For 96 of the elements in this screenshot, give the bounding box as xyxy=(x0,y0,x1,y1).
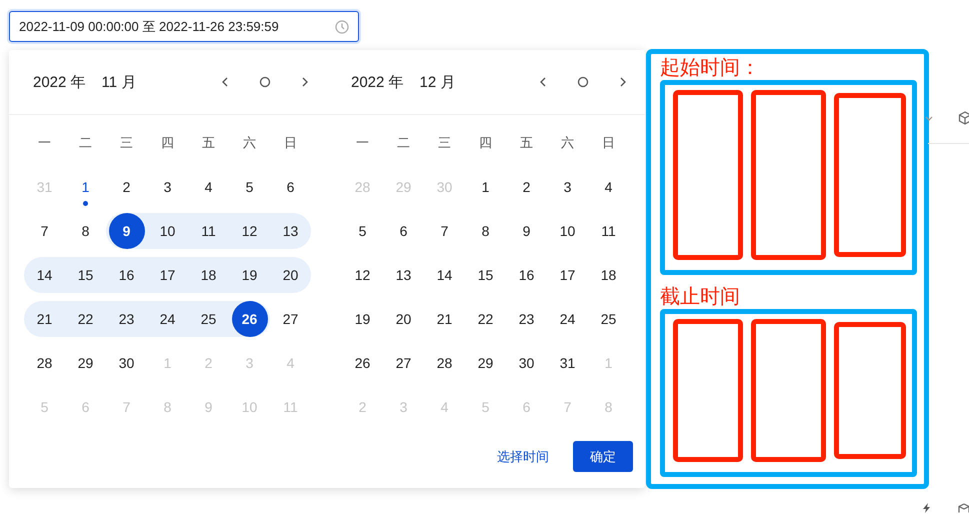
year-label[interactable]: 2022 年 xyxy=(33,72,86,92)
calendar-day[interactable]: 23 xyxy=(108,301,144,337)
month-label[interactable]: 12 月 xyxy=(420,72,456,92)
calendar-day[interactable]: 1 xyxy=(468,169,504,205)
annotation-label: 起始时间： xyxy=(660,56,761,80)
calendar-day[interactable]: 29 xyxy=(468,345,504,381)
calendar-day[interactable]: 9 xyxy=(508,213,544,249)
weekday-label: 四 xyxy=(478,134,493,152)
weekday-label: 二 xyxy=(78,134,93,152)
month-label[interactable]: 11 月 xyxy=(102,72,136,92)
calendar-day[interactable]: 19 xyxy=(232,257,268,293)
calendar-day[interactable]: 5 xyxy=(344,213,380,249)
calendar-day[interactable]: 4 xyxy=(190,169,226,205)
weekday-label: 一 xyxy=(355,134,370,152)
calendar-day[interactable]: 19 xyxy=(344,301,380,337)
weekday-label: 五 xyxy=(201,134,216,152)
calendar-day[interactable]: 6 xyxy=(272,169,308,205)
calendar-day[interactable]: 17 xyxy=(550,257,586,293)
calendar-day[interactable]: 11 xyxy=(190,213,226,249)
calendar-day[interactable]: 1 xyxy=(68,169,104,205)
calendar-day[interactable]: 10 xyxy=(550,213,586,249)
previous-icon[interactable] xyxy=(538,76,548,88)
calendar-day[interactable]: 20 xyxy=(386,301,422,337)
calendar-day[interactable]: 28 xyxy=(426,345,462,381)
calendar-day[interactable]: 13 xyxy=(272,213,308,249)
calendar-day[interactable]: 29 xyxy=(68,345,104,381)
calendar-day[interactable]: 17 xyxy=(150,257,186,293)
calendar-day[interactable]: 24 xyxy=(550,301,586,337)
calendar-day[interactable]: 8 xyxy=(68,213,104,249)
calendar-day[interactable]: 27 xyxy=(386,345,422,381)
calendar-day[interactable]: 22 xyxy=(68,301,104,337)
next-icon[interactable] xyxy=(300,76,310,88)
calendar-day[interactable]: 30 xyxy=(108,345,144,381)
calendar-day[interactable]: 5 xyxy=(232,169,268,205)
date-range-value: 2022-11-09 00:00:00 至 2022-11-26 23:59:59 xyxy=(19,18,279,36)
calendar-day[interactable]: 24 xyxy=(150,301,186,337)
weekday-label: 六 xyxy=(242,134,257,152)
calendar-day[interactable]: 12 xyxy=(344,257,380,293)
next-icon[interactable] xyxy=(618,76,628,88)
weekday-label: 日 xyxy=(601,134,616,152)
calendar-day[interactable]: 20 xyxy=(272,257,308,293)
calendar-day[interactable]: 14 xyxy=(26,257,62,293)
calendar-day[interactable]: 3 xyxy=(150,169,186,205)
lightning-icon[interactable] xyxy=(922,503,932,513)
calendar-day[interactable]: 16 xyxy=(108,257,144,293)
calendar-day[interactable]: 15 xyxy=(68,257,104,293)
calendar-day[interactable]: 26 xyxy=(232,301,268,337)
circle-icon[interactable] xyxy=(259,76,271,88)
select-time-link[interactable]: 选择时间 xyxy=(497,448,549,466)
weekday-label: 日 xyxy=(283,134,298,152)
weekday-label: 五 xyxy=(519,134,534,152)
calendar-day[interactable]: 28 xyxy=(26,345,62,381)
calendar-day[interactable]: 21 xyxy=(426,301,462,337)
calendar-day[interactable]: 11 xyxy=(590,213,626,249)
calendar-day[interactable]: 9 xyxy=(108,213,144,249)
confirm-button[interactable]: 确定 xyxy=(573,441,633,472)
calendar-day[interactable]: 13 xyxy=(386,257,422,293)
calendar-day[interactable]: 26 xyxy=(344,345,380,381)
calendar-day[interactable]: 31 xyxy=(550,345,586,381)
calendar-day[interactable]: 10 xyxy=(150,213,186,249)
weekday-label: 一 xyxy=(37,134,52,152)
weekday-label: 二 xyxy=(396,134,411,152)
calendar-day[interactable]: 15 xyxy=(468,257,504,293)
cube-icon[interactable] xyxy=(958,111,969,125)
annotation-label: 截止时间 xyxy=(660,285,741,310)
calendar-day[interactable]: 25 xyxy=(190,301,226,337)
calendar-day[interactable]: 12 xyxy=(232,213,268,249)
clock-icon xyxy=(335,20,349,34)
date-range-field[interactable]: 2022-11-09 00:00:00 至 2022-11-26 23:59:59 xyxy=(9,11,359,42)
calendar-day[interactable]: 22 xyxy=(468,301,504,337)
calendar-day[interactable]: 7 xyxy=(426,213,462,249)
calendar-day[interactable]: 7 xyxy=(26,213,62,249)
weekday-label: 三 xyxy=(437,134,452,152)
previous-icon[interactable] xyxy=(220,76,230,88)
calendar-day[interactable]: 2 xyxy=(508,169,544,205)
calendar-day[interactable]: 30 xyxy=(508,345,544,381)
calendar-day[interactable]: 27 xyxy=(272,301,308,337)
calendar-day[interactable]: 25 xyxy=(590,301,626,337)
weekday-label: 三 xyxy=(119,134,134,152)
calendar-day[interactable]: 6 xyxy=(386,213,422,249)
calendar-day[interactable]: 8 xyxy=(468,213,504,249)
calendar-day[interactable]: 23 xyxy=(508,301,544,337)
calendar-day[interactable]: 18 xyxy=(190,257,226,293)
calendar-day[interactable]: 3 xyxy=(550,169,586,205)
weekday-label: 四 xyxy=(160,134,175,152)
caret-icon[interactable] xyxy=(925,116,933,122)
cube-icon[interactable] xyxy=(958,503,969,513)
calendar-day[interactable]: 14 xyxy=(426,257,462,293)
calendar-day[interactable]: 4 xyxy=(590,169,626,205)
calendar-day[interactable]: 18 xyxy=(590,257,626,293)
circle-icon[interactable] xyxy=(577,76,589,88)
calendar-day[interactable]: 21 xyxy=(26,301,62,337)
calendar-day[interactable]: 2 xyxy=(108,169,144,205)
year-label[interactable]: 2022 年 xyxy=(351,72,404,92)
weekday-label: 六 xyxy=(560,134,575,152)
calendar-day[interactable]: 16 xyxy=(508,257,544,293)
